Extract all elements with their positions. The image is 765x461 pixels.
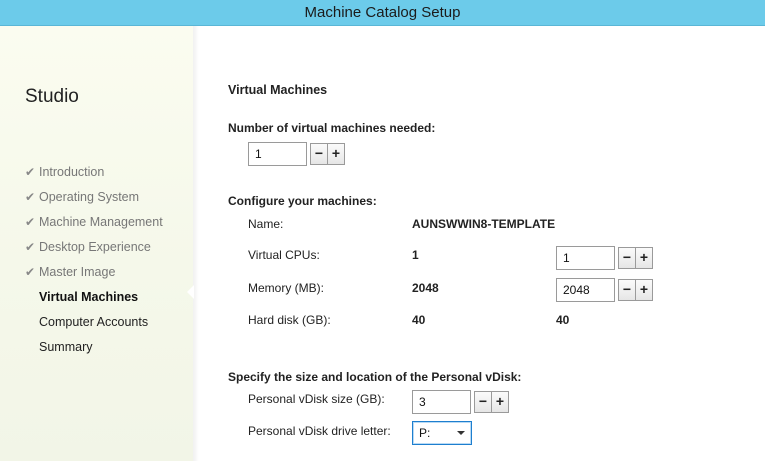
- step-summary: Summary: [39, 339, 93, 354]
- window-title: Machine Catalog Setup: [304, 4, 461, 21]
- pvd-size-label: Personal vDisk size (GB):: [248, 392, 385, 406]
- step-master-image[interactable]: ✔ Master Image: [25, 259, 163, 284]
- window-titlebar: Machine Catalog Setup: [0, 0, 765, 26]
- step-virtual-machines[interactable]: Virtual Machines: [25, 284, 163, 309]
- wizard-content: Virtual Machines Number of virtual machi…: [193, 26, 765, 461]
- pvd-size-decrement-button[interactable]: −: [474, 391, 492, 413]
- name-value: AUNSWWIN8-TEMPLATE: [412, 217, 556, 231]
- step-computer-accounts: Computer Accounts: [39, 314, 149, 329]
- check-icon: ✔: [25, 214, 36, 229]
- wizard-steps: ✔ Introduction ✔ Operating System ✔ Machine…: [25, 159, 163, 359]
- cpus-increment-button[interactable]: +: [635, 247, 653, 269]
- pvd-drive-select[interactable]: P:: [412, 421, 472, 445]
- vm-count-increment-button[interactable]: +: [327, 143, 345, 165]
- vm-count-input[interactable]: 1: [248, 142, 307, 166]
- step-desktop-experience[interactable]: ✔ Desktop Experience: [25, 234, 163, 259]
- memory-increment-button[interactable]: +: [635, 279, 653, 301]
- check-icon: ✔: [25, 239, 36, 254]
- cpus-decrement-button[interactable]: −: [618, 247, 636, 269]
- memory-current-value: 2048: [412, 281, 439, 295]
- memory-input[interactable]: 2048: [556, 278, 615, 302]
- check-icon: ✔: [25, 164, 36, 179]
- wizard-sidebar: Studio ✔ Introduction ✔ Operating System ✔…: [0, 26, 193, 461]
- sidebar-heading: Studio: [25, 86, 79, 107]
- name-label: Name:: [248, 217, 284, 231]
- vm-count-label: Number of virtual machines needed:: [228, 121, 436, 135]
- page-title: Virtual Machines: [228, 83, 328, 97]
- pvd-size-increment-button[interactable]: +: [491, 391, 509, 413]
- disk-new-value: 40: [556, 313, 570, 327]
- disk-current-value: 40: [412, 313, 426, 327]
- check-icon: ✔: [25, 264, 36, 279]
- vm-count-decrement-button[interactable]: −: [310, 143, 328, 165]
- pvd-size-input[interactable]: 3: [412, 390, 471, 414]
- pvd-drive-label: Personal vDisk drive letter:: [248, 424, 391, 438]
- pvd-heading: Specify the size and location of the Per…: [228, 370, 522, 384]
- cpus-input[interactable]: 1: [556, 246, 615, 270]
- cpus-label: Virtual CPUs:: [248, 248, 320, 262]
- configure-heading: Configure your machines:: [228, 194, 377, 208]
- disk-label: Hard disk (GB):: [248, 313, 331, 327]
- step-introduction[interactable]: ✔ Introduction: [25, 159, 163, 184]
- memory-label: Memory (MB):: [248, 281, 324, 295]
- step-machine-management[interactable]: ✔ Machine Management: [25, 209, 163, 234]
- check-icon: ✔: [25, 189, 36, 204]
- cpus-current-value: 1: [412, 248, 419, 262]
- step-operating-system[interactable]: ✔ Operating System: [25, 184, 163, 209]
- chevron-down-icon: [457, 431, 465, 435]
- pvd-drive-selected-value: P:: [419, 426, 431, 440]
- memory-decrement-button[interactable]: −: [618, 279, 636, 301]
